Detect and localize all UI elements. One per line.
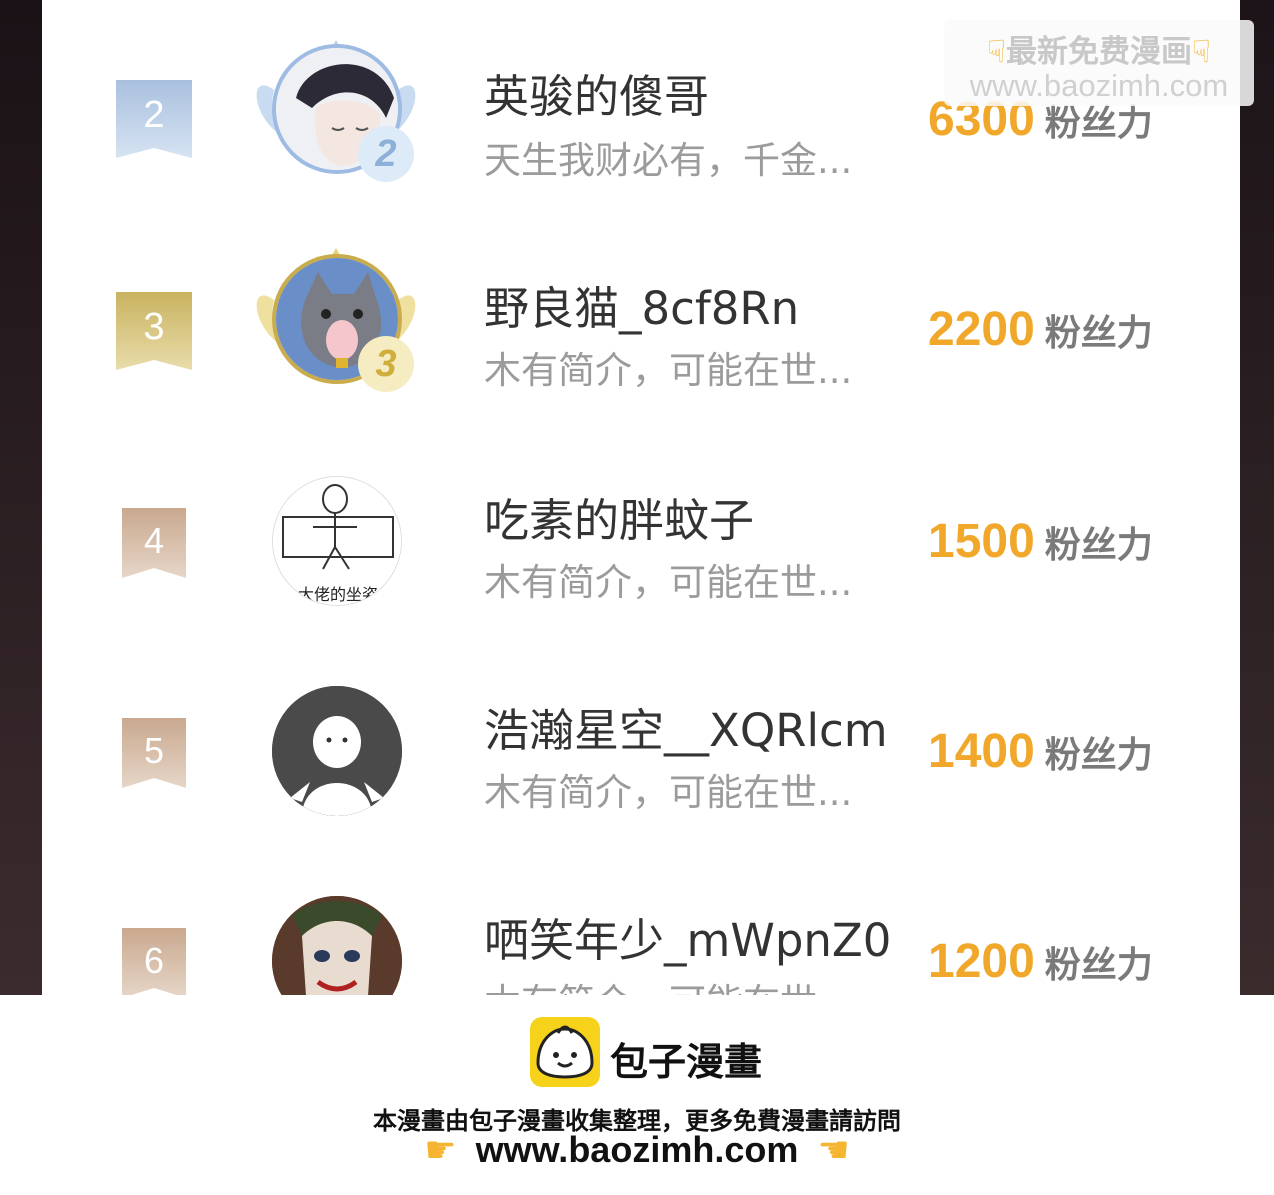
watermark-url: www.baozimh.com [969, 68, 1229, 103]
fan-power-label: 粉丝力 [1044, 945, 1153, 986]
rank-number: 3 [143, 306, 165, 348]
site-watermark: ☟最新免费漫画☟ www.baozimh.com [944, 20, 1254, 106]
fan-ranking-panel[interactable]: 2 2 英骏的傻哥 天生我财必有，千金... 6300 粉丝力 3 3 野良猫_… [42, 0, 1240, 995]
pointing-down-hand-icon: ☟ [987, 34, 1006, 70]
fan-power: 1400 粉丝力 [928, 724, 1228, 779]
user-bio: 木有简介，可能在世... [484, 349, 853, 392]
rank-ribbon: 5 [122, 718, 186, 788]
rank-badge: 3 [358, 336, 414, 392]
fan-power: 1200 粉丝力 [928, 934, 1228, 989]
rank-number: 4 [143, 520, 165, 561]
fan-power-value: 1200 [928, 935, 1035, 988]
ranking-row[interactable]: 3 3 野良猫_8cf8Rn 木有简介，可能在世... 2200 粉丝力 [42, 240, 1240, 420]
user-bio: 木有简介，可能在世... [484, 972, 904, 995]
watermark-title-text: 最新免费漫画 [1006, 34, 1192, 70]
joker-avatar-icon [272, 896, 402, 995]
rank-ribbon: 6 [122, 928, 186, 995]
rank-number: 5 [143, 730, 165, 771]
pointing-right-hand-icon: ☛ [424, 1130, 457, 1171]
user-bio: 木有简介，可能在世... [484, 771, 853, 814]
baozi-logo-shape [536, 1025, 594, 1079]
user-name[interactable]: 哂笑年少_mWpnZ0 [484, 904, 904, 969]
footer-banner: 包子漫畫 本漫畫由包子漫畫收集整理，更多免費漫畫請訪問 ☛ www.baozim… [0, 995, 1274, 1195]
avatar-frame[interactable] [248, 872, 424, 995]
pointing-left-hand-icon: ☚ [817, 1130, 850, 1171]
avatar-caption: 大佬的坐姿 [297, 585, 378, 604]
user-name[interactable]: 野良猫_8cf8Rn [484, 272, 904, 337]
rank-number: 6 [143, 940, 165, 981]
footer-url-link[interactable]: www.baozimh.com [476, 1129, 799, 1170]
avatar-frame[interactable]: 2 [248, 30, 424, 190]
watermark-title: ☟最新免费漫画☟ [944, 26, 1254, 71]
avatar-frame[interactable]: 大佬的坐姿 [248, 452, 424, 612]
user-name[interactable]: 浩瀚星空__XQRlcm [484, 694, 904, 759]
pointing-down-hand-icon: ☟ [1192, 34, 1211, 70]
user-name[interactable]: 英骏的傻哥 [484, 60, 904, 125]
user-avatar [272, 686, 402, 816]
ranking-row[interactable]: 6 哂笑年少_mWpnZ0 木有简介，可能在世... 1200粉丝力 [42, 872, 1240, 995]
fan-power-value: 1400 [928, 725, 1035, 778]
avatar-frame[interactable] [248, 662, 424, 822]
fan-power: 1500 粉丝力 [928, 514, 1228, 569]
fan-power-label: 粉丝力 [1044, 735, 1153, 776]
fan-power-value: 2200 [928, 303, 1035, 356]
user-name[interactable]: 吃素的胖蚊子 [484, 484, 904, 549]
avatar-frame[interactable]: 3 [248, 240, 424, 400]
user-avatar [272, 896, 402, 995]
default-user-avatar-icon [272, 686, 402, 816]
rank-ribbon: 4 [122, 508, 186, 578]
baozi-logo-icon [530, 1017, 600, 1087]
ranking-row[interactable]: 5 浩瀚星空__XQRlcm 木有简介，可能在世... 1400 粉丝力 [42, 662, 1240, 842]
footer-url-row: ☛ www.baozimh.com ☚ [0, 1129, 1274, 1171]
rank-number: 2 [143, 94, 165, 136]
user-avatar: 大佬的坐姿 [272, 476, 402, 606]
backdrop-left-edge [0, 0, 42, 995]
fan-power: 2200 粉丝力 [928, 302, 1228, 357]
rank-ribbon: 3 [116, 292, 192, 370]
backdrop-right-edge [1240, 0, 1274, 995]
rank-badge: 2 [358, 126, 414, 182]
user-bio: 木有简介，可能在世... [484, 561, 853, 604]
fan-power-label: 粉丝力 [1044, 525, 1153, 566]
ranking-row[interactable]: 4 大佬的坐姿 吃素的胖蚊子 木有简介，可能在世... 1500 粉丝力 [42, 452, 1240, 632]
rank-ribbon: 2 [116, 80, 192, 158]
user-bio: 天生我财必有，千金... [484, 139, 853, 182]
fan-power-value: 1500 [928, 515, 1035, 568]
fan-power-label: 粉丝力 [1044, 313, 1153, 354]
fan-power-label: 粉丝力 [1044, 103, 1153, 144]
brand-name: 包子漫畫 [610, 1040, 763, 1084]
